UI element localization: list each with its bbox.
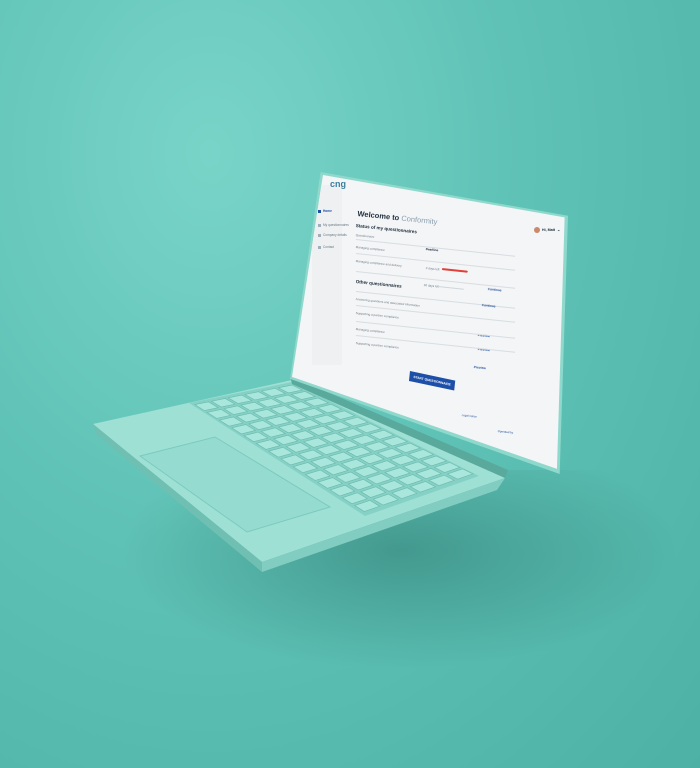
keyboard-key — [307, 425, 334, 436]
home-icon — [318, 209, 321, 213]
keyboard-key — [312, 414, 339, 425]
keyboard-key — [342, 416, 369, 427]
keyboard-key — [223, 405, 249, 415]
keyboard-key — [273, 394, 300, 404]
keyboard-key — [420, 455, 448, 467]
keyboard-key — [328, 451, 355, 463]
keyboard-key — [206, 409, 232, 419]
keyboard-key — [260, 427, 287, 438]
keyboard-key — [260, 388, 287, 397]
continue-link[interactable]: Continue — [482, 303, 496, 308]
keyboard-key — [381, 436, 409, 447]
keyboard-key — [302, 437, 329, 448]
keyboard-key — [273, 434, 299, 446]
keyboard-key — [277, 423, 304, 434]
deadline-progress-bar — [437, 286, 464, 290]
status-heading: Status of my questionnaires — [355, 223, 418, 235]
other-row-name: Managing compliance — [355, 327, 386, 335]
col-questionnaire: Questionnaire — [355, 233, 375, 239]
keyboard-key — [303, 397, 330, 407]
keyboard-key — [231, 424, 257, 435]
keyboard-key — [394, 442, 422, 453]
other-row-name: Supporting a partner compliance — [355, 341, 400, 350]
other-row-name: Supporting a partner compliance — [355, 311, 400, 320]
keyboard-key — [389, 454, 417, 466]
keyboard-key — [218, 416, 244, 427]
sidebar-item-home[interactable]: Home — [318, 209, 332, 213]
keyboard-key — [269, 405, 296, 415]
keyboard-key — [320, 432, 347, 443]
keyboard-key — [280, 454, 306, 466]
keyboard-key — [340, 458, 367, 470]
sidebar-item-company-details[interactable]: Company details — [318, 233, 347, 237]
keyboard-key — [376, 448, 404, 459]
keyboard-key — [235, 412, 261, 423]
keyboard-key — [210, 398, 236, 408]
keyboard-key — [315, 444, 342, 456]
status-row-deadline: 3 days left — [425, 266, 440, 272]
operated-by-link[interactable]: Operated by — [498, 429, 514, 435]
keyboard-key — [363, 441, 391, 452]
keyboard-key — [252, 409, 279, 419]
keyboard-key — [282, 412, 308, 422]
continue-link[interactable]: Continue — [488, 287, 502, 292]
keyboard-key — [407, 449, 435, 460]
keyboard-key — [299, 408, 326, 418]
keyboard-key — [290, 391, 317, 400]
keyboard-key — [244, 391, 270, 401]
status-row-deadline: 30 days left — [423, 283, 440, 289]
keyboard-key — [310, 456, 337, 468]
avatar — [534, 227, 540, 234]
keyboard-key — [240, 401, 266, 412]
keyboard-key — [255, 439, 282, 450]
keyboard-key — [316, 404, 343, 414]
keyboard-key — [329, 410, 356, 420]
keyboard-key — [265, 416, 291, 426]
mail-icon — [318, 245, 321, 249]
chevron-down-icon: ⌄ — [556, 227, 561, 232]
sidebar-item-contact[interactable]: Contact — [318, 245, 334, 249]
keyboard-key — [256, 398, 283, 408]
keyboard-key — [333, 439, 360, 450]
building-icon — [318, 233, 321, 237]
other-heading: Other questionnaires — [355, 279, 402, 289]
keyboard-key — [297, 449, 324, 461]
logo: cng — [330, 179, 347, 189]
status-row-name: Managing compliance — [355, 245, 386, 253]
keyboard-key — [350, 434, 378, 445]
keyboard-key — [355, 423, 382, 434]
status-row-name: Managing compliance and delivery — [355, 259, 402, 268]
keyboard-key — [325, 421, 352, 432]
keyboard-key — [243, 431, 269, 442]
keyboard-key — [286, 401, 313, 411]
deadline-progress-bar — [441, 268, 468, 273]
list-icon — [318, 223, 321, 227]
keyboard-key — [227, 394, 253, 404]
keyboard-key — [248, 420, 274, 430]
keyboard-key — [368, 429, 395, 440]
keyboard-key — [277, 384, 304, 394]
keyboard-key — [358, 453, 385, 465]
keyboard-key — [345, 446, 373, 458]
legal-notice-link[interactable]: Legal notice — [462, 413, 477, 419]
keyboard-key — [295, 419, 321, 429]
user-menu[interactable]: Hi, Matt ⌄ — [534, 227, 561, 234]
start-questionnaire-button[interactable]: START QUESTIONNAIRE — [408, 371, 456, 391]
keyboard-key — [338, 428, 365, 438]
keyboard-key — [290, 430, 317, 441]
keyboard-key — [285, 442, 312, 453]
keyboard-key — [194, 401, 219, 411]
sidebar-item-my-questionnaires[interactable]: My questionnaires — [318, 223, 349, 227]
preview-link[interactable]: Preview — [474, 365, 486, 370]
floor-shadow — [120, 470, 680, 670]
keyboard-key — [267, 446, 294, 458]
